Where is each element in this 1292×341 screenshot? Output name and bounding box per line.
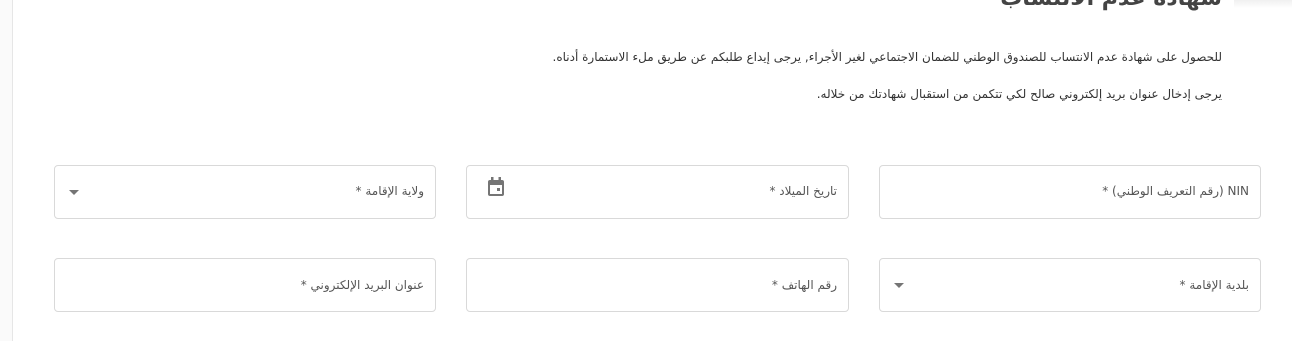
- intro-text-2: يرجى إدخال عنوان بريد إلكتروني صالح لكي …: [816, 87, 1222, 101]
- nin-field[interactable]: NIN (رقم التعريف الوطني) *: [879, 165, 1261, 219]
- phone-field[interactable]: رقم الهاتف *: [466, 258, 849, 312]
- calendar-icon[interactable]: [487, 177, 505, 197]
- wilaya-select[interactable]: ولاية الإقامة *: [54, 165, 436, 219]
- commune-select[interactable]: بلدية الإقامة *: [879, 258, 1261, 312]
- page-title: شهادة عدم الانتساب: [1000, 0, 1222, 11]
- phone-label: رقم الهاتف *: [771, 278, 837, 292]
- nin-label: NIN (رقم التعريف الوطني) *: [1102, 184, 1249, 198]
- chevron-down-icon: [69, 190, 79, 195]
- birthdate-label: تاريخ الميلاد *: [769, 184, 837, 198]
- wilaya-label: ولاية الإقامة *: [355, 184, 424, 198]
- intro-text-1: للحصول على شهادة عدم الانتساب للصندوق ال…: [552, 50, 1222, 64]
- email-label: عنوان البريد الإلكتروني *: [300, 278, 424, 292]
- email-field[interactable]: عنوان البريد الإلكتروني *: [54, 258, 436, 312]
- left-border: [0, 0, 13, 341]
- birthdate-field[interactable]: تاريخ الميلاد *: [466, 165, 849, 219]
- header-shadow: [1234, 0, 1292, 8]
- commune-label: بلدية الإقامة *: [1179, 278, 1249, 292]
- chevron-down-icon: [894, 283, 904, 288]
